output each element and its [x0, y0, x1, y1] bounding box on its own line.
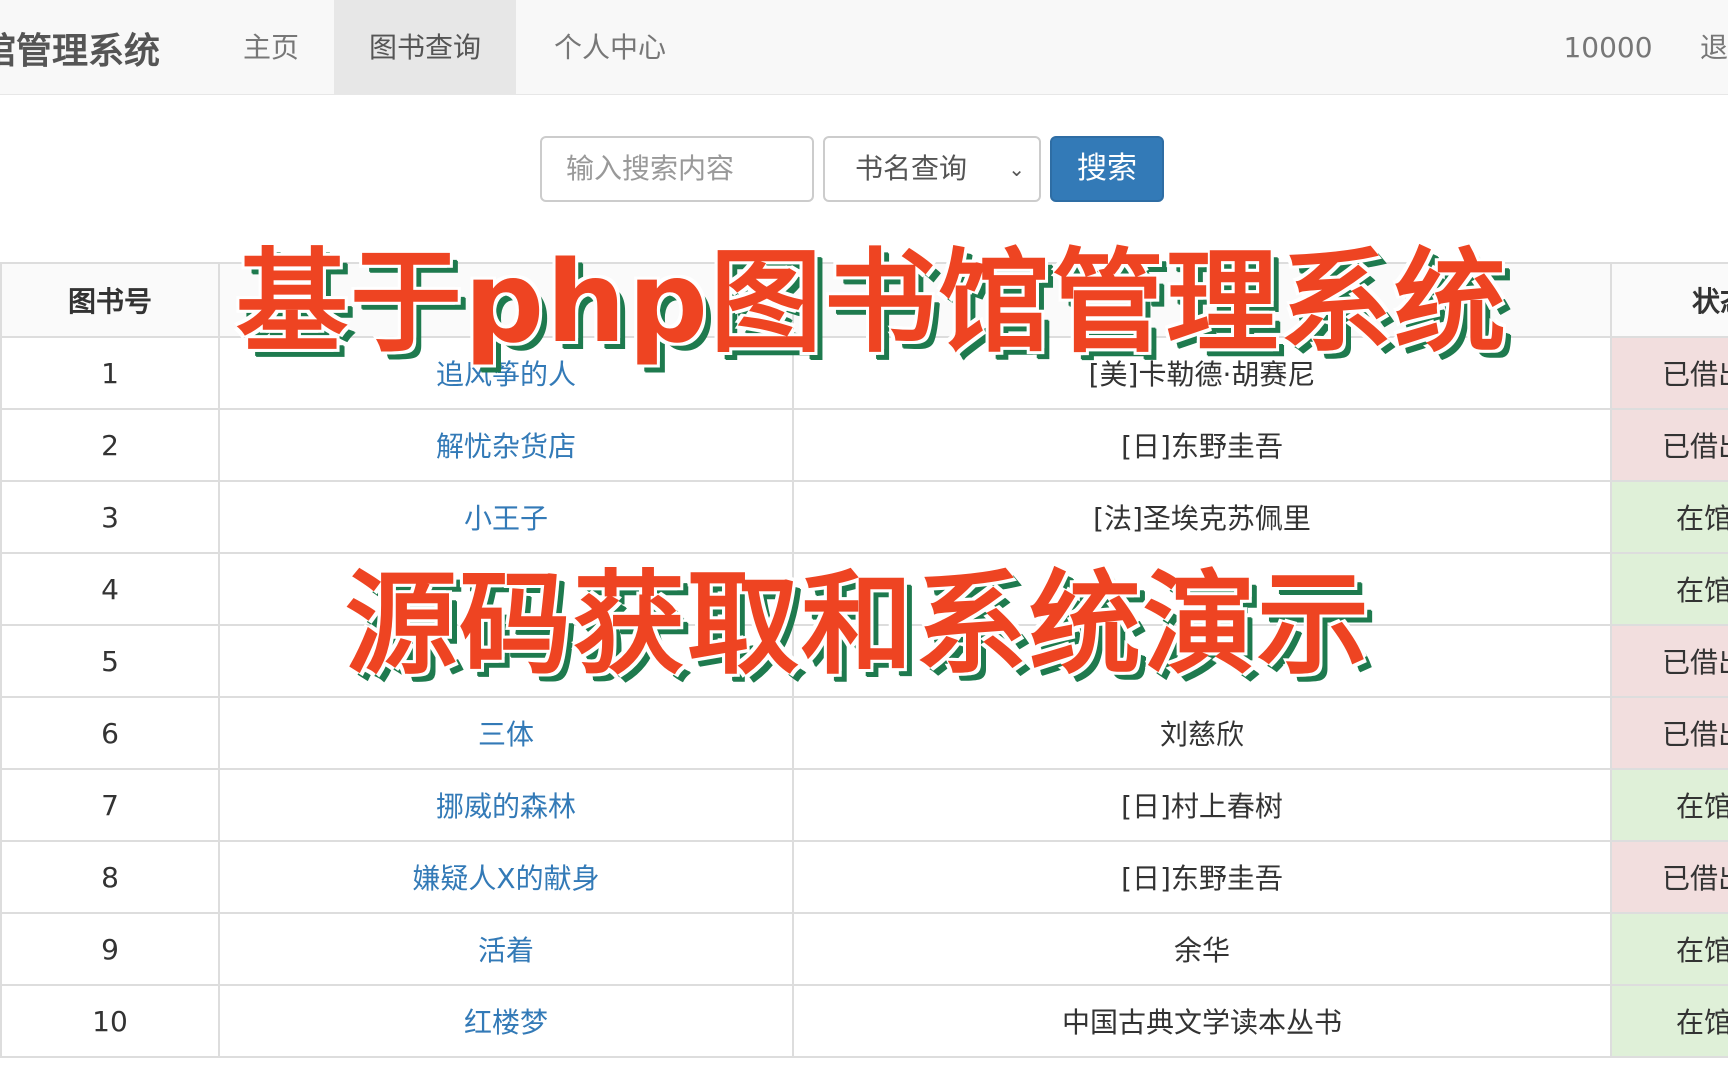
search-type-select[interactable]: 书名查询 ⌄: [823, 136, 1041, 202]
overlay-subtitle: 源码获取和系统演示: [345, 560, 1371, 690]
book-id-cell: 2: [0, 408, 220, 482]
book-author-cell: [日]东野圭吾: [792, 840, 1612, 914]
overlay-title: 基于php图书馆管理系统: [235, 238, 1509, 368]
book-author-cell: 刘慈欣: [792, 696, 1612, 770]
search-button[interactable]: 搜索: [1050, 136, 1164, 202]
book-title-link[interactable]: 红楼梦: [218, 984, 794, 1058]
book-status-cell: 在馆: [1610, 912, 1728, 986]
book-title-link[interactable]: 活着: [218, 912, 794, 986]
book-author-cell: [日]村上春树: [792, 768, 1612, 842]
book-status-cell: 在馆: [1610, 480, 1728, 554]
book-author-cell: 中国古典文学读本丛书: [792, 984, 1612, 1058]
nav-logout[interactable]: 退: [1700, 0, 1728, 95]
book-author-cell: [法]圣埃克苏佩里: [792, 480, 1612, 554]
table-row: 8嫌疑人X的献身[日]东野圭吾已借出: [0, 840, 1728, 914]
book-title-link[interactable]: 小王子: [218, 480, 794, 554]
book-author-cell: 余华: [792, 912, 1612, 986]
book-id-cell: 3: [0, 480, 220, 554]
book-title-link[interactable]: 解忧杂货店: [218, 408, 794, 482]
book-title-link[interactable]: 嫌疑人X的献身: [218, 840, 794, 914]
book-id-cell: 8: [0, 840, 220, 914]
book-id-cell: 7: [0, 768, 220, 842]
nav-profile[interactable]: 个人中心: [530, 0, 690, 95]
book-id-cell: 9: [0, 912, 220, 986]
brand-title[interactable]: 馆管理系统: [0, 22, 160, 74]
table-row: 10 红楼梦 中国古典文学读本丛书 在馆: [0, 984, 1728, 1058]
table-row: 6三体刘慈欣已借出: [0, 696, 1728, 770]
book-id-cell: 6: [0, 696, 220, 770]
table-row: 3 小王子 [法]圣埃克苏佩里 在馆: [0, 480, 1728, 554]
table-row: 9 活着 余华 在馆: [0, 912, 1728, 986]
nav-home[interactable]: 主页: [230, 0, 312, 95]
book-status-cell: 已借出: [1610, 840, 1728, 914]
chevron-down-icon: ⌄: [1008, 157, 1025, 181]
search-type-value: 书名查询: [855, 152, 968, 185]
book-id-cell: 10: [0, 984, 220, 1058]
book-status-cell: 已借出: [1610, 696, 1728, 770]
book-author-cell: [日]东野圭吾: [792, 408, 1612, 482]
table-row: 7 挪威的森林 [日]村上春树 在馆: [0, 768, 1728, 842]
search-input[interactable]: 输入搜索内容: [540, 136, 814, 202]
nav-book-query[interactable]: 图书查询: [334, 0, 516, 95]
book-status-cell: 在馆: [1610, 768, 1728, 842]
book-title-link[interactable]: 三体: [218, 696, 794, 770]
table-row: 2解忧杂货店[日]东野圭吾已借出: [0, 408, 1728, 482]
book-status-cell: 已借出: [1610, 408, 1728, 482]
book-status-cell: 在馆: [1610, 984, 1728, 1058]
book-title-link[interactable]: 挪威的森林: [218, 768, 794, 842]
top-navbar: 馆管理系统 主页 图书查询 个人中心 10000 退: [0, 0, 1728, 95]
nav-user-id[interactable]: 10000: [1548, 0, 1668, 95]
